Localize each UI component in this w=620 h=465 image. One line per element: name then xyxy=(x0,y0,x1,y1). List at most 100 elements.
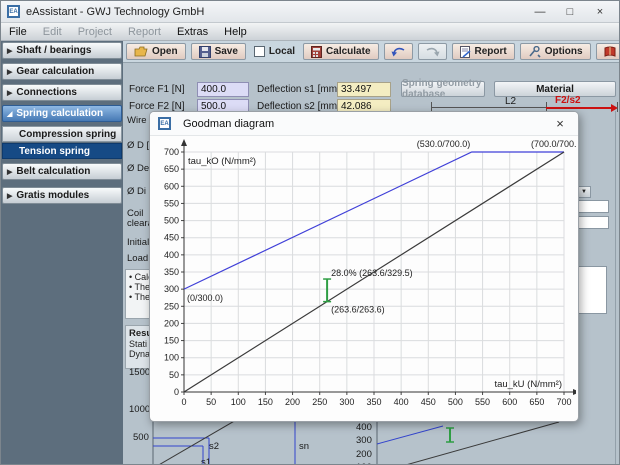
svg-text:400: 400 xyxy=(394,397,409,407)
toolbar: Open Save Local Calculate Repo xyxy=(123,41,620,63)
sidebar-item-compression-spring[interactable]: Compression spring xyxy=(2,126,122,142)
sidebar-item-label: Gear calculation xyxy=(16,66,94,77)
sidebar-item-spring-calculation[interactable]: ◢ Spring calculation xyxy=(2,105,122,122)
svg-text:150: 150 xyxy=(164,336,179,346)
sidebar-item-gear-calculation[interactable]: ▶ Gear calculation xyxy=(2,63,122,80)
deflection-s1-label: Deflection s1 [mm] xyxy=(257,84,340,95)
sidebar-item-gratis-modules[interactable]: ▶ Gratis modules xyxy=(2,187,122,204)
load-label: Load xyxy=(127,253,148,264)
chevron-expanded-icon: ◢ xyxy=(7,110,12,118)
menu-bar: File Edit Project Report Extras Help xyxy=(1,23,620,41)
l2-dimension-label: L2 xyxy=(505,96,516,107)
menu-file[interactable]: File xyxy=(1,26,35,38)
chevron-right-icon: ▶ xyxy=(7,47,12,55)
close-button[interactable]: × xyxy=(585,3,615,21)
left-chart-s2-label: s2 xyxy=(209,441,219,452)
right-panel-fragment: ▼ xyxy=(575,111,620,465)
sidebar-item-shaft-bearings[interactable]: ▶ Shaft / bearings xyxy=(2,42,122,59)
sidebar-item-label: Gratis modules xyxy=(16,190,89,201)
dialog-titlebar[interactable]: EA Goodman diagram × xyxy=(150,112,578,136)
undo-button[interactable] xyxy=(384,43,413,60)
input-field-fragment[interactable] xyxy=(575,200,609,213)
svg-text:50: 50 xyxy=(206,397,216,407)
dialog-close-icon[interactable]: × xyxy=(550,116,570,131)
undo-icon xyxy=(391,46,406,57)
chevron-right-icon: ▶ xyxy=(7,168,12,176)
minimize-button[interactable]: — xyxy=(525,3,555,21)
svg-text:250: 250 xyxy=(312,397,327,407)
svg-text:50: 50 xyxy=(169,370,179,380)
calculate-label: Calculate xyxy=(326,46,370,57)
report-label: Report xyxy=(475,46,507,57)
menu-extras[interactable]: Extras xyxy=(169,26,216,38)
sidebar-item-label: Shaft / bearings xyxy=(16,45,91,56)
sidebar-item-label: Tension spring xyxy=(19,146,90,157)
f2s2-dimension-label: F2/s2 xyxy=(555,95,581,106)
svg-text:550: 550 xyxy=(164,198,179,208)
svg-text:700: 700 xyxy=(556,397,571,407)
dialog-title: Goodman diagram xyxy=(183,118,274,130)
svg-text:650: 650 xyxy=(529,397,544,407)
goodman-diagram-dialog: EA Goodman diagram × 0501001502002503003… xyxy=(149,111,579,422)
left-chart-tick-1500: 1500 xyxy=(129,367,150,378)
svg-text:(0/300.0): (0/300.0) xyxy=(187,293,223,303)
sidebar-item-label: Belt calculation xyxy=(16,166,90,177)
save-label: Save xyxy=(215,46,238,57)
svg-text:550: 550 xyxy=(475,397,490,407)
save-button[interactable]: Save xyxy=(191,43,246,60)
menu-report: Report xyxy=(120,26,169,38)
dialog-icon: EA xyxy=(158,117,171,130)
sidebar-item-belt-calculation[interactable]: ▶ Belt calculation xyxy=(2,163,122,180)
input-box-fragment[interactable] xyxy=(577,266,607,314)
window-title: eAssistant - GWJ Technology GmbH xyxy=(26,6,204,18)
options-button[interactable]: Options xyxy=(520,43,591,60)
left-chart-tick-500: 500 xyxy=(133,432,149,443)
svg-text:400: 400 xyxy=(164,250,179,260)
l2-dimension-line xyxy=(431,107,546,108)
menu-help[interactable]: Help xyxy=(216,26,255,38)
force-f1-field[interactable]: 400.0 xyxy=(197,82,249,97)
combobox-dropdown-button[interactable]: ▼ xyxy=(577,186,591,198)
svg-text:tau_kU (N/mm²): tau_kU (N/mm²) xyxy=(494,379,562,390)
calculate-button[interactable]: Calculate xyxy=(303,43,378,60)
input-field-fragment[interactable] xyxy=(575,216,609,229)
content-area: Open Save Local Calculate Repo xyxy=(123,41,620,465)
svg-text:600: 600 xyxy=(502,397,517,407)
svg-text:600: 600 xyxy=(164,181,179,191)
svg-text:100: 100 xyxy=(231,397,246,407)
floppy-disk-icon xyxy=(199,46,211,58)
sidebar-item-tension-spring[interactable]: Tension spring xyxy=(2,143,122,159)
local-label: Local xyxy=(269,46,295,57)
window-titlebar[interactable]: EA eAssistant - GWJ Technology GmbH — □ … xyxy=(1,1,620,23)
svg-text:450: 450 xyxy=(421,397,436,407)
svg-text:350: 350 xyxy=(164,267,179,277)
svg-text:0: 0 xyxy=(174,387,179,397)
sidebar: ▶ Shaft / bearings ▶ Gear calculation ▶ … xyxy=(1,41,123,465)
maximize-button[interactable]: □ xyxy=(555,3,585,21)
local-checkbox-wrap[interactable]: Local xyxy=(254,46,295,57)
app-icon: EA xyxy=(7,5,20,18)
local-checkbox[interactable] xyxy=(254,46,265,57)
help-button[interactable]: Help xyxy=(596,43,620,60)
svg-text:0: 0 xyxy=(181,397,186,407)
open-button[interactable]: Open xyxy=(126,43,186,60)
svg-text:(700.0/700.0): (700.0/700.0) xyxy=(531,139,576,149)
report-button[interactable]: Report xyxy=(452,43,515,60)
left-chart-s1-label: s1 xyxy=(201,457,211,465)
sidebar-item-connections[interactable]: ▶ Connections xyxy=(2,84,122,101)
left-chart-sn-label: sn xyxy=(299,441,309,452)
redo-icon xyxy=(425,46,440,57)
deflection-s1-value: 33.497 xyxy=(337,82,391,97)
svg-text:(263.6/263.6): (263.6/263.6) xyxy=(331,305,385,315)
svg-text:350: 350 xyxy=(366,397,381,407)
help-book-icon xyxy=(604,46,616,57)
svg-text:450: 450 xyxy=(164,233,179,243)
chevron-right-icon: ▶ xyxy=(7,68,12,76)
svg-text:700: 700 xyxy=(164,147,179,157)
right-chart-tick-400: 400 xyxy=(356,422,372,433)
menu-edit: Edit xyxy=(35,26,70,38)
app-window: EA eAssistant - GWJ Technology GmbH — □ … xyxy=(0,0,620,465)
options-label: Options xyxy=(545,46,583,57)
calculator-icon xyxy=(311,46,322,58)
options-tool-icon xyxy=(528,46,541,58)
